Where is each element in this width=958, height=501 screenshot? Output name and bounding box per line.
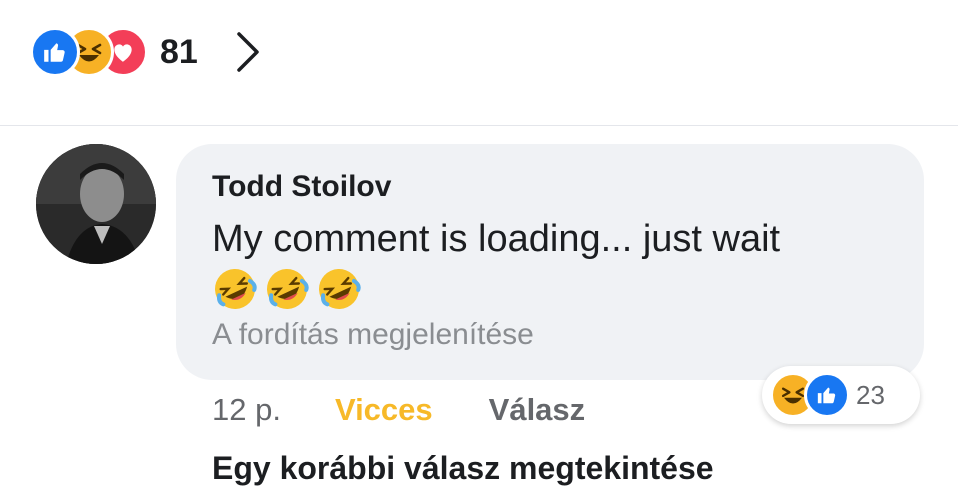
rofl-emoji-icon (319, 269, 361, 309)
like-icon (30, 27, 80, 77)
avatar[interactable] (36, 144, 156, 264)
reaction-count: 81 (160, 32, 198, 71)
chevron-right-icon[interactable] (234, 30, 264, 74)
view-previous-reply-link[interactable]: Egy korábbi válasz megtekintése (212, 450, 714, 487)
comment-reactions-summary[interactable]: 23 (762, 366, 920, 424)
like-icon (804, 372, 850, 418)
see-translation-link[interactable]: A fordítás megjelenítése (212, 318, 888, 352)
rofl-emoji-icon (215, 269, 257, 309)
comment-text: My comment is loading... just wait (212, 218, 781, 260)
rofl-emoji-icon (267, 269, 309, 309)
post-reactions-summary[interactable]: 81 (30, 22, 264, 82)
comment-author[interactable]: Todd Stoilov (212, 168, 888, 206)
reply-button[interactable]: Válasz (489, 392, 586, 428)
comment-actions: 12 p. Vicces Válasz (212, 385, 585, 435)
comment-emojis (212, 266, 888, 312)
divider (0, 125, 958, 126)
comment-bubble: Todd Stoilov My comment is loading... ju… (176, 144, 924, 380)
comment-reaction-count: 23 (856, 379, 885, 410)
comment-timestamp[interactable]: 12 p. (212, 392, 281, 428)
reaction-button[interactable]: Vicces (335, 392, 433, 428)
